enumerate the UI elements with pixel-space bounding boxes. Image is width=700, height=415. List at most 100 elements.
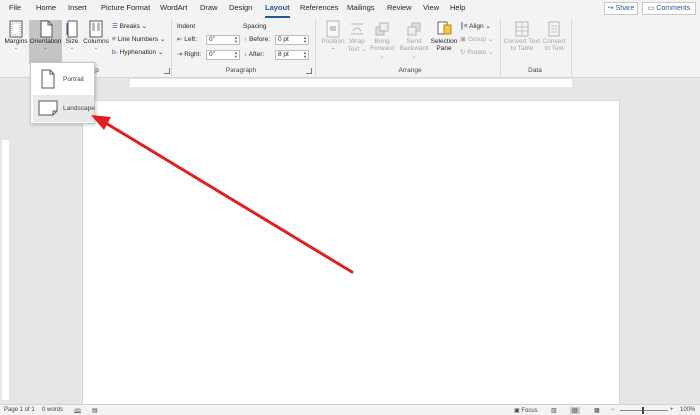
size-button[interactable]: Size ⌄: [63, 20, 81, 64]
tab-layout[interactable]: Layout: [265, 3, 290, 18]
zoom-in-icon[interactable]: +: [670, 407, 674, 413]
rotate-label: Rotate: [467, 49, 487, 56]
chevron-down-icon: ⌄: [93, 45, 99, 51]
tab-mailings[interactable]: Mailings: [347, 3, 375, 17]
status-bar: Page 1 of 1 0 words 🕮 ▤ ▣ Focus ▥ ▤ ▦ − …: [0, 404, 700, 415]
group-divider: [171, 20, 172, 76]
spinner-arrows-icon[interactable]: ▲ ▼: [234, 36, 238, 44]
focus-label: Focus: [521, 408, 538, 414]
zoom-level[interactable]: 100%: [680, 407, 695, 413]
bring-forward-button[interactable]: Bring Forward ⌄: [368, 20, 396, 64]
convert-text-label-2: to Text: [544, 45, 564, 52]
read-mode-icon[interactable]: ▥: [551, 407, 557, 414]
wrap-label-2: Text: [347, 46, 360, 53]
indent-right-value: 0": [209, 51, 215, 58]
send-label-2: Backward: [399, 45, 429, 52]
columns-icon: [89, 20, 103, 38]
tab-help[interactable]: Help: [450, 3, 465, 17]
spacing-before-input[interactable]: 0 pt ▲ ▼: [275, 35, 309, 45]
spacing-after-input[interactable]: 8 pt ▲ ▼: [275, 50, 309, 60]
zoom-slider-thumb[interactable]: [642, 407, 644, 414]
orientation-landscape-option[interactable]: Landscape: [33, 95, 95, 122]
tab-design[interactable]: Design: [229, 3, 252, 17]
selection-pane-button[interactable]: Selection Pane: [430, 20, 458, 64]
accessibility-icon[interactable]: ▤: [92, 407, 98, 414]
page-setup-launcher-icon[interactable]: [164, 68, 170, 74]
indent-right-text: Right:: [184, 51, 202, 58]
indent-right-input[interactable]: 0" ▲ ▼: [206, 50, 240, 60]
margins-button[interactable]: Margins ⌄: [4, 20, 28, 64]
breaks-icon: ☰: [112, 23, 120, 30]
convert-to-text-button[interactable]: Convert to Text: [541, 20, 567, 64]
indent-title: Indent: [177, 23, 196, 30]
tab-references[interactable]: References: [300, 3, 338, 17]
spinner-arrows-icon[interactable]: ▲ ▼: [234, 51, 238, 59]
print-layout-icon[interactable]: ▤: [570, 407, 580, 414]
convert-to-table-button[interactable]: Convert Text to Table: [503, 20, 541, 64]
position-button[interactable]: Position ⌄: [318, 20, 348, 64]
ribbon-tab-bar: File Home Insert Picture Format WordArt …: [0, 0, 700, 18]
vertical-ruler[interactable]: [0, 88, 10, 404]
tab-draw[interactable]: Draw: [200, 3, 218, 17]
rotate-button[interactable]: ↻ Rotate ⌄: [460, 47, 494, 58]
document-page[interactable]: [82, 100, 620, 410]
chevron-down-icon: ⌄: [69, 45, 75, 51]
group-divider: [571, 20, 572, 76]
orientation-menu: Portrait Landscape: [30, 62, 95, 124]
spacing-before-value: 0 pt: [278, 36, 289, 43]
read-aloud-icon[interactable]: 🕮: [74, 407, 81, 415]
spinner-arrows-icon[interactable]: ▲ ▼: [303, 51, 307, 59]
wrap-label: Wrap: [349, 38, 365, 45]
indent-left-text: Left:: [184, 36, 197, 43]
spacing-after-label: ↓ After:: [244, 49, 264, 60]
data-group-label: Data: [528, 67, 542, 74]
zoom-slider[interactable]: [620, 410, 668, 411]
bring-label-2: Forward: [370, 45, 394, 52]
word-count[interactable]: 0 words: [42, 407, 63, 413]
page-count[interactable]: Page 1 of 1: [4, 407, 35, 413]
tab-file[interactable]: File: [9, 3, 21, 17]
wrap-text-icon: [351, 23, 363, 35]
portrait-label: Portrait: [63, 76, 84, 83]
indent-left-label: ⇤ Left:: [177, 34, 197, 45]
focus-mode-button[interactable]: ▣ Focus: [514, 407, 538, 414]
orientation-icon: [40, 20, 52, 38]
align-button[interactable]: ┃≡ Align ⌄: [460, 21, 491, 32]
indent-right-label: ⇥ Right:: [177, 49, 201, 60]
tab-insert[interactable]: Insert: [68, 3, 87, 17]
wrap-text-button[interactable]: Wrap Text ⌄: [346, 20, 368, 64]
tab-wordart[interactable]: WordArt: [160, 3, 187, 17]
bring-forward-icon: [375, 22, 389, 36]
web-layout-icon[interactable]: ▦: [594, 407, 600, 414]
paragraph-launcher-icon[interactable]: [306, 68, 312, 74]
tab-view[interactable]: View: [423, 3, 439, 17]
zoom-out-icon[interactable]: −: [611, 407, 615, 413]
document-canvas[interactable]: [10, 88, 700, 410]
size-icon: [66, 20, 78, 38]
line-numbers-button[interactable]: ≡ Line Numbers ⌄: [112, 34, 165, 45]
send-label: Send: [406, 38, 422, 45]
comments-button[interactable]: ▭ Comments: [642, 2, 696, 15]
horizontal-ruler[interactable]: [0, 78, 700, 88]
spinner-arrows-icon[interactable]: ▲ ▼: [303, 36, 307, 44]
align-icon: ┃≡: [460, 23, 470, 30]
orientation-button[interactable]: Orientation ⌄: [29, 20, 62, 64]
selection-label-2: Pane: [436, 45, 452, 52]
tab-review[interactable]: Review: [387, 3, 412, 17]
breaks-button[interactable]: ☰ Breaks ⌄: [112, 21, 147, 32]
chevron-down-icon: ⌄: [43, 45, 48, 51]
spacing-before-label: ↑ Before:: [244, 34, 270, 45]
columns-button[interactable]: Columns ⌄: [82, 20, 110, 64]
tab-home[interactable]: Home: [36, 3, 56, 17]
convert-table-label: Convert Text: [503, 38, 541, 45]
paragraph-group-label: Paragraph: [225, 67, 257, 74]
send-backward-button[interactable]: Send Backward ⌄: [398, 20, 430, 64]
orientation-label: Orientation: [29, 38, 62, 45]
hyphenation-button[interactable]: b‐ Hyphenation ⌄: [112, 47, 163, 58]
share-button[interactable]: ↪ Share: [604, 2, 638, 15]
orientation-portrait-option[interactable]: Portrait: [33, 66, 94, 93]
group-button[interactable]: ▣ Group ⌄: [460, 34, 493, 45]
tab-picture-format[interactable]: Picture Format: [101, 3, 150, 17]
indent-left-input[interactable]: 0" ▲ ▼: [206, 35, 240, 45]
spacing-after-text: After:: [248, 51, 265, 58]
